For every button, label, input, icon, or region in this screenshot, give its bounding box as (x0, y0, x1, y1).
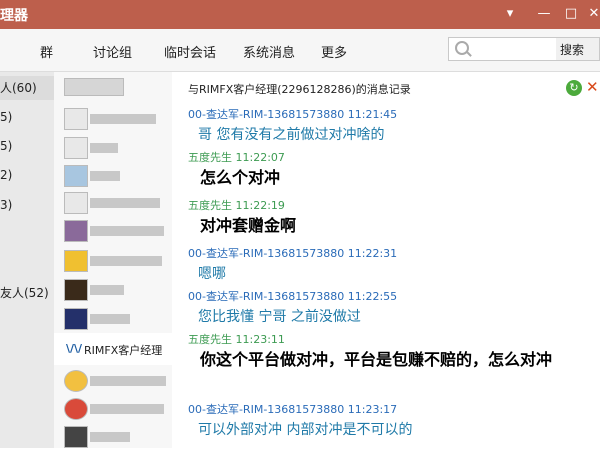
contact-item[interactable] (64, 306, 170, 332)
message: 五度先生 11:22:07 怎么个对冲 (188, 151, 598, 188)
search-icon (455, 41, 469, 55)
message: 00-查达军-RIM-13681573880 11:22:55 您比我懂 宁哥 … (188, 290, 598, 327)
contact-name-redacted (90, 314, 130, 324)
contact-name-redacted (90, 285, 124, 295)
avatar (64, 250, 88, 272)
contact-name-redacted (90, 432, 130, 442)
message-history: 与RIMFX客户经理(2296128286)的消息记录 ↻ ✕ 00-查达军-R… (172, 72, 600, 448)
avatar (64, 78, 124, 96)
avatar (64, 426, 88, 448)
tab-more[interactable]: 更多 (321, 42, 347, 61)
contact-logo-icon: \/\/ (66, 342, 83, 355)
message-sender: 五度先生 11:23:11 (188, 333, 285, 346)
tab-discussion[interactable]: 讨论组 (93, 42, 132, 61)
avatar (64, 279, 88, 301)
message-sender: 00-查达军-RIM-13681573880 11:23:17 (188, 403, 398, 416)
contact-item[interactable] (64, 248, 170, 274)
group-item[interactable]: 2) (0, 168, 12, 182)
contact-item[interactable] (64, 76, 170, 102)
tab-temp-chat[interactable]: 临时会话 (164, 42, 216, 61)
message-text: 嗯哪 (198, 266, 226, 282)
contact-item[interactable] (64, 163, 170, 189)
message-sender: 五度先生 11:22:19 (188, 199, 285, 212)
title-bar: 理器 ▾ — □ ✕ (0, 0, 600, 29)
message-text: 哥 您有没有之前做过对冲啥的 (198, 127, 385, 143)
message: 五度先生 11:23:11 你这个平台做对冲，平台是包赚不赔的，怎么对冲 (188, 333, 598, 370)
contact-name-redacted (90, 198, 160, 208)
message: 五度先生 11:22:19 对冲套赠金啊 (188, 199, 598, 236)
message-sender: 00-查达军-RIM-13681573880 11:22:31 (188, 247, 398, 260)
tab-groups[interactable]: 群 (40, 42, 53, 61)
message-sender: 五度先生 11:22:07 (188, 151, 285, 164)
toolbar: 群 讨论组 临时会话 系统消息 更多 搜索 (0, 29, 600, 72)
contact-name-redacted (90, 143, 118, 153)
message-sender: 00-查达军-RIM-13681573880 11:22:55 (188, 290, 398, 303)
close-icon[interactable]: ✕ (586, 78, 599, 96)
contact-item[interactable] (64, 106, 170, 132)
group-item[interactable]: 5) (0, 139, 12, 153)
group-item[interactable]: 人(60) (0, 76, 54, 100)
message: 00-查达军-RIM-13681573880 11:22:31 嗯哪 (188, 247, 598, 284)
chat-title: 与RIMFX客户经理(2296128286)的消息记录 (188, 83, 411, 96)
contact-item[interactable] (64, 396, 170, 422)
avatar (64, 137, 88, 159)
contact-name-redacted (90, 376, 166, 386)
message-text: 对冲套赠金啊 (200, 216, 297, 235)
contact-name-redacted (90, 171, 120, 181)
avatar (64, 108, 88, 130)
contact-name-redacted (90, 404, 164, 414)
message: 00-查达军-RIM-13681573880 11:21:45 哥 您有没有之前… (188, 108, 598, 145)
contact-list: \/\/ RIMFX客户经理 (54, 72, 172, 448)
contact-item[interactable] (64, 190, 170, 216)
group-item[interactable]: 5) (0, 110, 12, 124)
group-list: 人(60) 5) 5) 2) 3) 友人(52) (0, 72, 54, 448)
contact-name: RIMFX客户经理 (84, 344, 163, 357)
avatar (64, 192, 88, 214)
contact-item[interactable] (64, 368, 170, 394)
contact-item[interactable] (64, 135, 170, 161)
refresh-icon[interactable]: ↻ (566, 80, 582, 96)
contact-item[interactable] (64, 218, 170, 244)
group-item[interactable]: 3) (0, 198, 12, 212)
skin-dropdown-icon[interactable]: ▾ (500, 4, 520, 24)
contact-item[interactable] (64, 424, 170, 450)
message-text: 怎么个对冲 (200, 168, 281, 187)
group-item[interactable]: 友人(52) (0, 284, 49, 301)
message: 00-查达军-RIM-13681573880 11:23:17 可以外部对冲 内… (188, 403, 598, 440)
message-text: 可以外部对冲 内部对冲是不可以的 (198, 422, 413, 438)
contact-name-redacted (90, 226, 164, 236)
maximize-button[interactable]: □ (561, 4, 581, 24)
close-window-button[interactable]: ✕ (584, 4, 600, 24)
contact-name-redacted (90, 256, 162, 266)
message-sender: 00-查达军-RIM-13681573880 11:21:45 (188, 108, 398, 121)
avatar (64, 308, 88, 330)
window-title: 理器 (0, 8, 28, 24)
avatar (64, 165, 88, 187)
search-button[interactable]: 搜索 (556, 37, 600, 61)
contact-name-redacted (90, 114, 156, 124)
avatar (64, 370, 88, 392)
avatar (64, 220, 88, 242)
tab-system-messages[interactable]: 系统消息 (243, 42, 295, 61)
message-text: 你这个平台做对冲，平台是包赚不赔的，怎么对冲 (200, 350, 553, 369)
search-input[interactable] (448, 37, 558, 61)
avatar (64, 398, 88, 420)
contact-item-selected[interactable]: \/\/ RIMFX客户经理 (54, 333, 172, 365)
message-text: 您比我懂 宁哥 之前没做过 (198, 309, 361, 325)
minimize-button[interactable]: — (534, 4, 554, 24)
contact-item[interactable] (64, 277, 170, 303)
